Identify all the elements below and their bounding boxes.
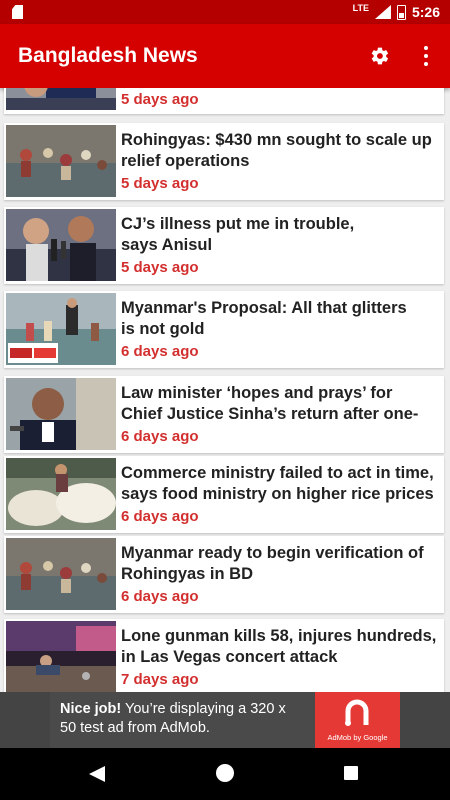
news-headline: Law minister ‘hopes and prays’ for Chief …: [121, 384, 419, 423]
news-headline: Rohingyas: $430 mn sought to scale up rel…: [121, 131, 432, 170]
news-thumbnail: [6, 293, 116, 365]
news-thumbnail: [6, 209, 116, 281]
news-time: 6 days ago: [121, 508, 199, 525]
admob-logo-icon: [345, 699, 369, 726]
news-time: 7 days ago: [121, 671, 199, 688]
news-time: 6 days ago: [121, 343, 199, 360]
news-headline: Myanmar ready to begin verification of Ro…: [121, 544, 424, 583]
news-card[interactable]: Commerce ministry failed to act in time,…: [4, 456, 444, 533]
sd-card-icon: [12, 5, 23, 19]
news-time: 5 days ago: [121, 259, 199, 276]
news-thumbnail: [6, 538, 116, 610]
status-bar: LTE 5:26: [0, 0, 450, 24]
news-card[interactable]: 5 days ago: [4, 88, 444, 114]
news-thumbnail: [6, 621, 116, 692]
news-thumbnail: [6, 458, 116, 530]
more-options-icon[interactable]: [415, 44, 437, 68]
battery-icon: [396, 4, 406, 20]
clock: 5:26: [411, 4, 440, 20]
news-card[interactable]: Law minister ‘hopes and prays’ for Chief …: [4, 376, 444, 453]
news-headline: Myanmar's Proposal: All that glitters is …: [121, 299, 407, 338]
news-headline: CJ’s illness put me in trouble, says Anis…: [121, 215, 355, 254]
app-bar: Bangladesh News: [0, 24, 450, 88]
signal-icon: [374, 5, 391, 19]
news-thumbnail: [6, 378, 116, 450]
news-time: 6 days ago: [121, 428, 199, 445]
recents-icon[interactable]: [344, 766, 358, 780]
news-thumbnail: [6, 125, 116, 197]
news-card[interactable]: Lone gunman kills 58, injures hundreds, i…: [4, 619, 444, 692]
news-card[interactable]: Myanmar's Proposal: All that glitters is …: [4, 291, 444, 368]
news-time: 5 days ago: [121, 91, 199, 108]
news-card[interactable]: CJ’s illness put me in trouble, says Anis…: [4, 207, 444, 284]
ad-banner[interactable]: Nice job! You’re displaying a 320 x 50 t…: [0, 692, 450, 748]
ad-brand: AdMob by Google: [327, 733, 388, 742]
app-title: Bangladesh News: [18, 44, 198, 67]
news-list[interactable]: 5 days ago Rohingyas: $430 mn sought to …: [0, 88, 450, 692]
news-headline: Commerce ministry failed to act in time,…: [121, 464, 434, 503]
admob-logo[interactable]: AdMob by Google: [315, 692, 400, 748]
news-headline: Lone gunman kills 58, injures hundreds, i…: [121, 627, 437, 666]
news-time: 6 days ago: [121, 588, 199, 605]
news-card[interactable]: Myanmar ready to begin verification of Ro…: [4, 536, 444, 613]
news-thumbnail: [6, 88, 116, 110]
navigation-bar: [0, 748, 450, 800]
settings-gear-icon[interactable]: [369, 45, 391, 67]
network-type: LTE: [352, 3, 369, 13]
ad-text: Nice job! You’re displaying a 320 x 50 t…: [60, 701, 286, 736]
home-icon[interactable]: [216, 764, 234, 782]
admob-test-ad[interactable]: Nice job! You’re displaying a 320 x 50 t…: [50, 692, 400, 748]
back-icon[interactable]: [89, 766, 105, 782]
news-time: 5 days ago: [121, 175, 199, 192]
news-card[interactable]: Rohingyas: $430 mn sought to scale up rel…: [4, 123, 444, 200]
